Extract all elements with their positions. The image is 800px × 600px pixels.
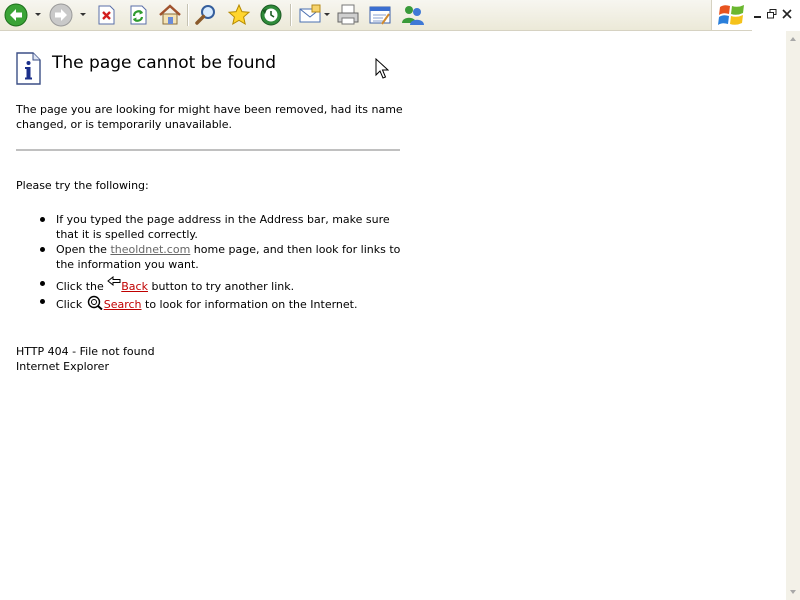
error-code: HTTP 404 - File not found: [16, 345, 155, 358]
suggestion-text: to look for information on the Internet.: [141, 298, 358, 311]
back-button[interactable]: [3, 2, 29, 28]
list-item: If you typed the page address in the Add…: [16, 212, 406, 242]
standard-toolbar: [0, 0, 711, 31]
scroll-down-arrow-icon: [790, 590, 796, 594]
scroll-up-button[interactable]: [786, 31, 800, 47]
history-button[interactable]: [258, 2, 284, 28]
search-icon: [195, 5, 215, 25]
suggestion-text: Click: [56, 298, 86, 311]
home-icon: [159, 4, 181, 25]
back-arrow-icon: [4, 3, 28, 27]
back-link[interactable]: Back: [121, 280, 148, 293]
print-icon: [337, 4, 359, 25]
stop-button[interactable]: [93, 2, 119, 28]
list-item: Click Search to look for information on …: [16, 294, 406, 312]
list-item: Open the theoldnet.com home page, and th…: [16, 242, 406, 272]
refresh-button[interactable]: [125, 2, 151, 28]
vertical-scrollbar[interactable]: [786, 31, 800, 600]
error-source: Internet Explorer: [16, 360, 109, 373]
divider: [16, 149, 400, 151]
messenger-button[interactable]: [400, 2, 426, 28]
messenger-icon: [402, 6, 424, 25]
edit-button[interactable]: [367, 2, 393, 28]
scroll-down-button[interactable]: [786, 584, 800, 600]
back-dropdown-arrow[interactable]: [35, 13, 41, 16]
windows-logo-icon: [718, 5, 744, 25]
search-button[interactable]: [193, 2, 219, 28]
close-icon: [782, 9, 792, 19]
browser-brand: [711, 0, 752, 31]
suggestion-text: If you typed the page address in the Add…: [56, 213, 390, 241]
page-title: The page cannot be found: [52, 53, 277, 73]
scroll-up-arrow-icon: [790, 37, 796, 41]
favorites-button[interactable]: [226, 2, 252, 28]
edit-icon: [369, 6, 391, 25]
suggestion-list: If you typed the page address in the Add…: [16, 212, 406, 312]
forward-button[interactable]: [48, 2, 74, 28]
bullet: [40, 217, 45, 222]
forward-dropdown-arrow[interactable]: [80, 13, 86, 16]
bullet: [40, 247, 45, 252]
mouse-cursor-icon: [375, 58, 389, 79]
bullet: [40, 281, 45, 286]
close-button[interactable]: [782, 4, 792, 19]
forward-arrow-icon: [49, 3, 73, 27]
try-heading: Please try the following:: [16, 179, 149, 192]
restore-button[interactable]: [767, 4, 777, 19]
refresh-icon: [130, 5, 147, 25]
home-page-link[interactable]: theoldnet.com: [110, 243, 190, 256]
mail-button[interactable]: [297, 2, 323, 28]
mail-dropdown-arrow[interactable]: [324, 13, 330, 16]
search-small-icon: [87, 295, 103, 310]
back-small-icon: [107, 276, 121, 287]
history-icon: [260, 4, 282, 26]
error-footer: HTTP 404 - File not found Internet Explo…: [16, 344, 155, 374]
list-item: Click the Back button to try another lin…: [16, 276, 406, 294]
stop-icon: [98, 5, 115, 25]
search-link[interactable]: Search: [104, 298, 142, 311]
suggestion-text: Open the: [56, 243, 111, 256]
bullet: [40, 299, 45, 304]
minimize-button[interactable]: [753, 4, 763, 18]
mail-icon: [299, 4, 321, 23]
favorites-star-icon: [227, 3, 251, 26]
print-button[interactable]: [335, 2, 361, 28]
window-controls: [751, 0, 800, 30]
suggestion-text: Click the: [56, 280, 108, 293]
home-button[interactable]: [157, 2, 183, 28]
restore-icon: [767, 9, 777, 19]
suggestion-text: button to try another link.: [147, 280, 295, 293]
error-description: The page you are looking for might have …: [16, 103, 403, 131]
info-icon: [16, 52, 41, 85]
minimize-icon: [754, 16, 761, 18]
